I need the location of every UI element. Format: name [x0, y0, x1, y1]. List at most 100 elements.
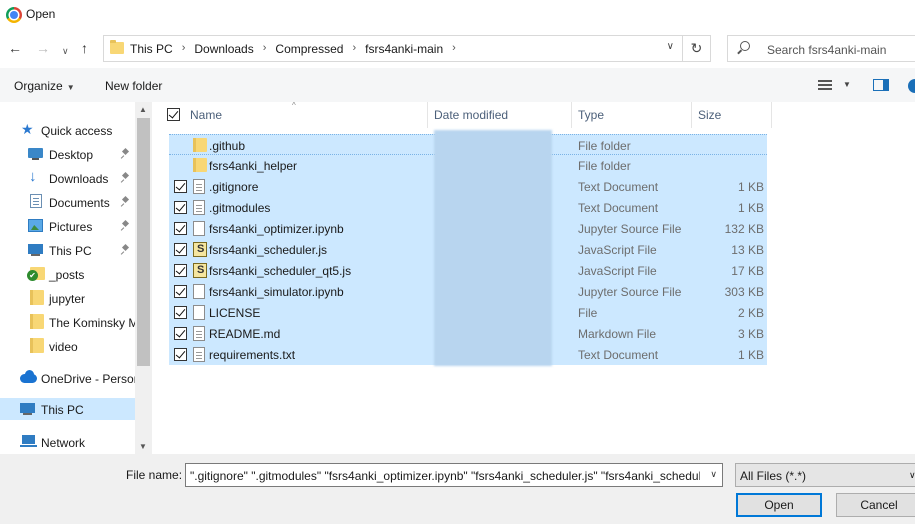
file-name-label: File name: — [126, 468, 183, 482]
redacted-dates — [434, 130, 552, 366]
sidebar-scrollbar[interactable]: ▲ ▼ — [135, 102, 152, 454]
select-all-checkbox[interactable] — [167, 108, 180, 121]
file-size: 1 KB — [737, 348, 764, 362]
file-type: Text Document — [578, 348, 659, 362]
chrome-icon — [6, 7, 22, 23]
refresh-button[interactable]: ↻ — [683, 35, 711, 62]
file-name: .gitmodules — [209, 201, 271, 215]
sidebar-item-jupyter[interactable]: jupyter — [0, 287, 135, 309]
scroll-up-icon[interactable]: ▲ — [139, 105, 147, 114]
sidebar-item-onedrive[interactable]: OneDrive - Person — [0, 367, 135, 389]
column-header-date[interactable]: Date modified — [434, 108, 508, 122]
star-icon: ★ — [21, 121, 34, 137]
file-type: Markdown File — [578, 327, 657, 341]
sidebar-item-network[interactable]: Network — [0, 431, 135, 453]
script-file-icon — [193, 263, 207, 278]
pin-icon — [122, 173, 129, 182]
row-checkbox[interactable] — [174, 180, 187, 193]
chevron-right-icon[interactable]: › — [452, 42, 456, 56]
dialog-footer: File name: ".gitignore" ".gitmodules" "f… — [0, 454, 915, 524]
sidebar-item-kominsky[interactable]: The Kominsky M — [0, 311, 135, 333]
help-icon[interactable] — [908, 79, 915, 93]
preview-pane-icon[interactable] — [873, 79, 889, 91]
file-type: Jupyter Source File — [578, 285, 682, 299]
column-header-size[interactable]: Size — [698, 108, 721, 122]
sidebar-item-pictures[interactable]: Pictures — [0, 215, 135, 237]
column-divider[interactable] — [691, 102, 692, 128]
file-icon — [193, 326, 205, 341]
open-button[interactable]: Open — [736, 493, 822, 517]
file-icon — [193, 221, 205, 236]
organize-button[interactable]: Organize ▼ — [14, 79, 75, 93]
chevron-down-icon[interactable]: ∨ — [710, 469, 717, 480]
column-header-type[interactable]: Type — [578, 108, 604, 122]
file-name: LICENSE — [209, 306, 261, 320]
row-checkbox[interactable] — [174, 243, 187, 256]
cancel-button[interactable]: Cancel — [836, 493, 915, 517]
folder-icon — [193, 158, 207, 172]
back-arrow-icon[interactable]: ← — [8, 40, 22, 56]
scroll-down-icon[interactable]: ▼ — [139, 442, 147, 451]
chevron-down-icon[interactable]: ∨ — [667, 41, 674, 52]
file-icon — [193, 347, 205, 362]
file-name-field[interactable]: ".gitignore" ".gitmodules" "fsrs4anki_op… — [185, 463, 723, 487]
row-checkbox[interactable] — [174, 348, 187, 361]
computer-icon — [28, 244, 43, 256]
sidebar-item-documents[interactable]: Documents — [0, 191, 135, 213]
view-options-icon[interactable] — [818, 80, 832, 90]
file-name: fsrs4anki_scheduler_qt5.js — [209, 264, 352, 278]
row-checkbox[interactable] — [174, 264, 187, 277]
sidebar-item-quick-access[interactable]: ★ Quick access — [0, 119, 135, 141]
sidebar-item-downloads[interactable]: ↓ Downloads — [0, 167, 135, 189]
address-bar[interactable]: This PC › Downloads › Compressed › fsrs4… — [103, 35, 683, 62]
sidebar-item-this-pc[interactable]: This PC — [0, 398, 135, 420]
up-arrow-icon[interactable]: ↑ — [81, 40, 88, 56]
file-list: Name ^ Date modified Type Size .github Fi… — [157, 101, 915, 454]
caret-down-icon[interactable]: ▼ — [843, 80, 851, 89]
breadcrumb-compressed[interactable]: Compressed — [275, 42, 343, 56]
file-type-value: All Files (*.*) — [740, 469, 807, 483]
sidebar-item-desktop[interactable]: Desktop — [0, 143, 135, 165]
recent-locations-chevron-icon[interactable]: ∨ — [62, 43, 69, 59]
file-name: fsrs4anki_helper — [209, 159, 298, 173]
file-size: 132 KB — [724, 222, 764, 236]
chevron-right-icon[interactable]: › — [352, 42, 356, 56]
breadcrumb-this-pc[interactable]: This PC — [130, 42, 173, 56]
search-icon — [740, 41, 750, 51]
column-divider[interactable] — [427, 102, 428, 128]
folder-icon — [30, 314, 44, 329]
row-checkbox[interactable] — [174, 201, 187, 214]
caret-down-icon: ▼ — [66, 83, 75, 92]
folder-icon — [30, 338, 44, 353]
row-checkbox[interactable] — [174, 306, 187, 319]
column-divider[interactable] — [571, 102, 572, 128]
forward-arrow-icon[interactable]: → — [36, 40, 50, 56]
chevron-right-icon[interactable]: › — [182, 42, 186, 56]
breadcrumb-fsrs4anki-main[interactable]: fsrs4anki-main — [365, 42, 443, 56]
row-checkbox[interactable] — [174, 285, 187, 298]
row-checkbox[interactable] — [174, 327, 187, 340]
search-input[interactable]: Search fsrs4anki-main — [727, 35, 915, 62]
file-type-select[interactable]: All Files (*.*) ∨ — [735, 463, 915, 487]
title-bar: Open — [0, 0, 915, 30]
file-size: 17 KB — [731, 264, 764, 278]
window-title: Open — [26, 7, 56, 21]
scrollbar-thumb[interactable] — [137, 118, 150, 366]
breadcrumb-downloads[interactable]: Downloads — [194, 42, 253, 56]
sidebar-item-posts[interactable]: _posts — [0, 263, 135, 285]
column-header-name[interactable]: Name — [190, 108, 222, 122]
chevron-right-icon[interactable]: › — [263, 42, 267, 56]
file-icon — [193, 200, 205, 215]
file-name-value[interactable]: ".gitignore" ".gitmodules" "fsrs4anki_op… — [190, 469, 700, 483]
column-divider[interactable] — [771, 102, 772, 128]
new-folder-button[interactable]: New folder — [105, 79, 162, 93]
file-icon — [193, 305, 205, 320]
pin-icon — [122, 197, 129, 206]
pin-icon — [122, 245, 129, 254]
sidebar-item-video[interactable]: video — [0, 335, 135, 357]
file-size: 3 KB — [737, 327, 764, 341]
file-icon — [193, 284, 205, 299]
sidebar-item-this-pc-pinned[interactable]: This PC — [0, 239, 135, 261]
file-type: JavaScript File — [578, 243, 657, 257]
row-checkbox[interactable] — [174, 222, 187, 235]
